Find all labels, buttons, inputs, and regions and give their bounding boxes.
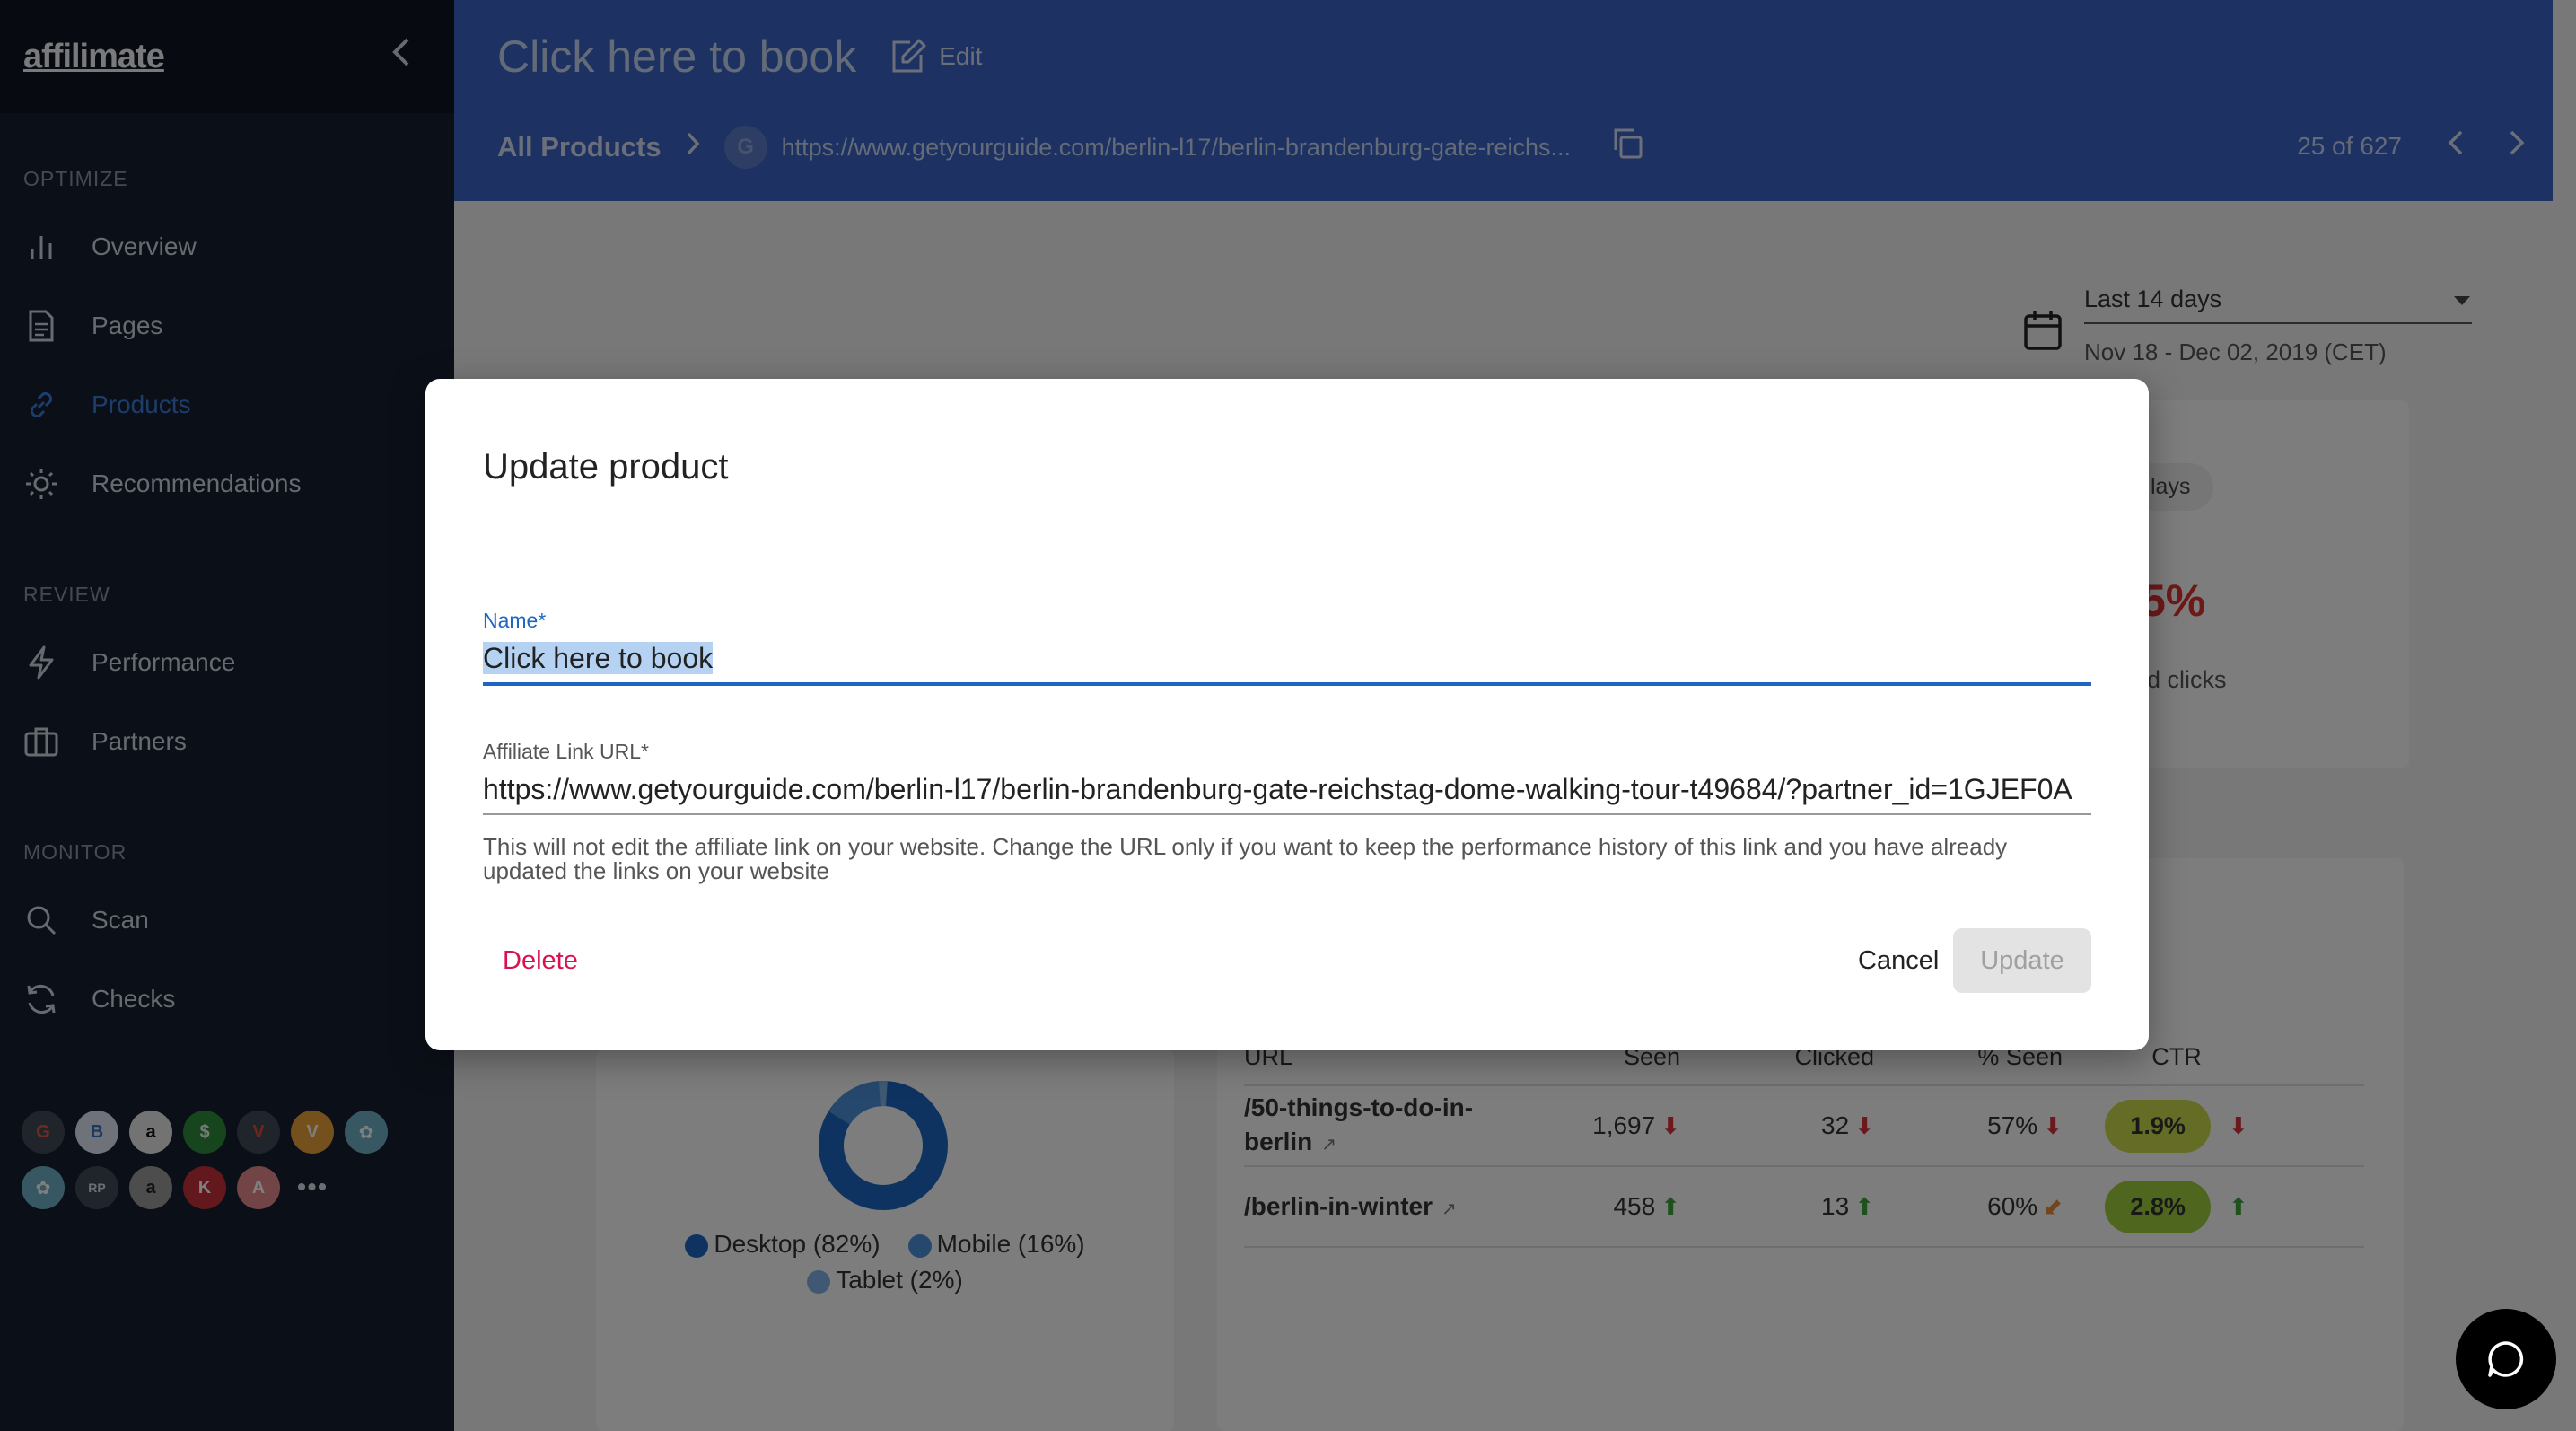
update-product-dialog: Update product Name* Click here to book …	[425, 379, 2149, 1050]
delete-button[interactable]: Delete	[503, 946, 578, 976]
affiliate-url-label-text: Affiliate Link URL	[483, 740, 641, 763]
affiliate-url-label: Affiliate Link URL*	[483, 740, 2091, 764]
name-input[interactable]: Click here to book	[483, 633, 2091, 686]
name-label: Name*	[483, 609, 2091, 633]
name-field: Name* Click here to book	[483, 609, 2091, 686]
name-label-text: Name	[483, 609, 539, 632]
affiliate-url-field: Affiliate Link URL* https://www.getyourg…	[483, 740, 2091, 815]
chat-icon	[2488, 1341, 2524, 1377]
chat-button[interactable]	[2456, 1309, 2556, 1409]
affiliate-url-input[interactable]: https://www.getyourguide.com/berlin-l17/…	[483, 764, 2091, 815]
name-input-value: Click here to book	[483, 642, 714, 674]
required-mark: *	[538, 609, 547, 632]
helper-text: This will not edit the affiliate link on…	[483, 833, 2008, 884]
update-button[interactable]: Update	[1953, 928, 2091, 993]
cancel-button[interactable]: Cancel	[1858, 946, 1939, 976]
dialog-title: Update product	[483, 447, 729, 487]
required-mark: *	[641, 740, 649, 763]
